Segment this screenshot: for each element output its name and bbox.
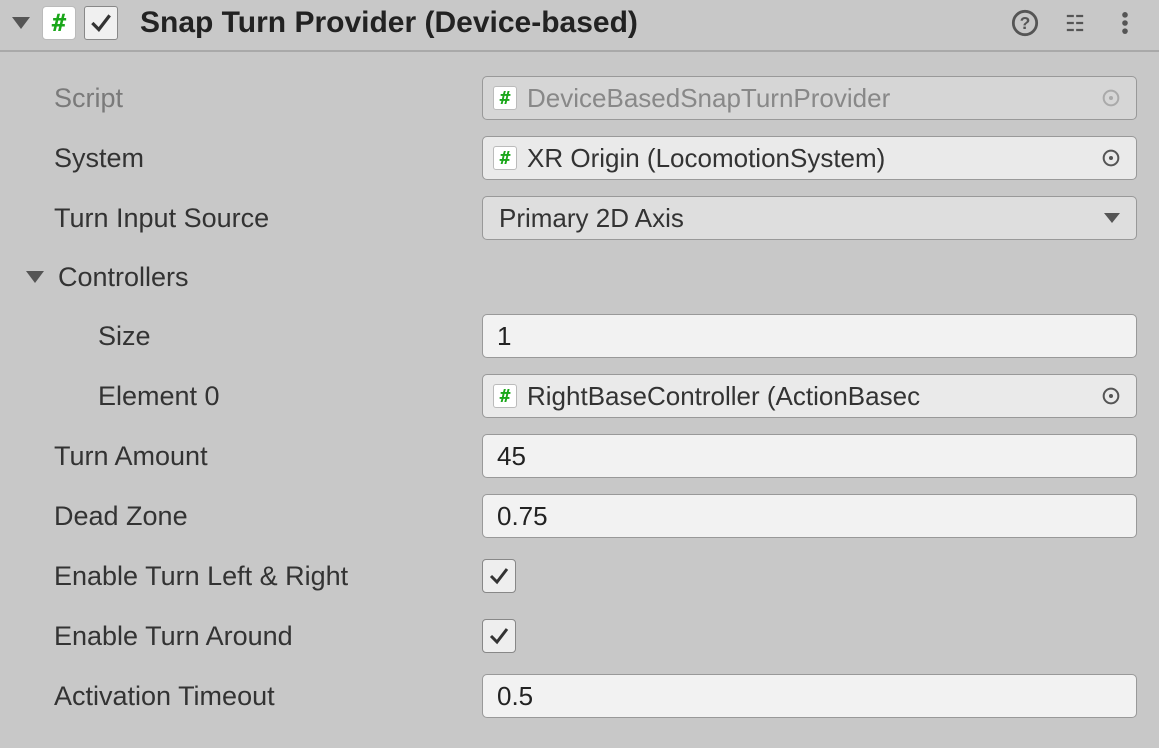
- element0-field[interactable]: # RightBaseController (ActionBasec: [482, 374, 1137, 418]
- row-controllers-size: Size: [12, 308, 1147, 364]
- system-field-value: XR Origin (LocomotionSystem): [527, 143, 1080, 174]
- kebab-menu-icon[interactable]: [1111, 9, 1139, 37]
- object-picker-icon[interactable]: [1096, 143, 1126, 173]
- turn-amount-input[interactable]: [482, 434, 1137, 478]
- row-turn-amount: Turn Amount: [12, 428, 1147, 484]
- enable-turn-around-checkbox[interactable]: [482, 619, 516, 653]
- script-field: # DeviceBasedSnapTurnProvider: [482, 76, 1137, 120]
- row-enable-turn-lr: Enable Turn Left & Right: [12, 548, 1147, 604]
- row-controllers-element0: Element 0 # RightBaseController (ActionB…: [12, 368, 1147, 424]
- row-controllers[interactable]: Controllers: [12, 250, 1147, 304]
- object-picker-icon: [1096, 83, 1126, 113]
- component-enabled-checkbox[interactable]: [84, 6, 118, 40]
- foldout-toggle-icon[interactable]: [26, 271, 44, 283]
- check-icon: [88, 10, 114, 36]
- dropdown-value: Primary 2D Axis: [499, 203, 684, 234]
- svg-text:?: ?: [1020, 13, 1031, 33]
- label-system: System: [12, 143, 482, 174]
- label-enable-turn-lr: Enable Turn Left & Right: [12, 561, 482, 592]
- turn-input-source-dropdown[interactable]: Primary 2D Axis: [482, 196, 1137, 240]
- row-activation-timeout: Activation Timeout: [12, 668, 1147, 724]
- row-dead-zone: Dead Zone: [12, 488, 1147, 544]
- preset-icon[interactable]: [1061, 9, 1089, 37]
- chevron-down-icon: [1104, 213, 1120, 223]
- dead-zone-input[interactable]: [482, 494, 1137, 538]
- size-input[interactable]: [482, 314, 1137, 358]
- label-enable-turn-around: Enable Turn Around: [12, 621, 482, 652]
- check-icon: [487, 624, 511, 648]
- row-enable-turn-around: Enable Turn Around: [12, 608, 1147, 664]
- help-icon[interactable]: ?: [1011, 9, 1039, 37]
- label-size: Size: [12, 321, 482, 352]
- system-field[interactable]: # XR Origin (LocomotionSystem): [482, 136, 1137, 180]
- label-turn-input-source: Turn Input Source: [12, 203, 482, 234]
- component-title: Snap Turn Provider (Device-based): [140, 6, 1003, 40]
- component-header: # Snap Turn Provider (Device-based) ?: [0, 0, 1159, 52]
- script-icon: #: [42, 6, 76, 40]
- check-icon: [487, 564, 511, 588]
- label-turn-amount: Turn Amount: [12, 441, 482, 472]
- row-turn-input-source: Turn Input Source Primary 2D Axis: [12, 190, 1147, 246]
- row-system: System # XR Origin (LocomotionSystem): [12, 130, 1147, 186]
- element0-field-value: RightBaseController (ActionBasec: [527, 381, 1080, 412]
- script-field-value: DeviceBasedSnapTurnProvider: [527, 83, 1080, 114]
- script-mini-icon: #: [493, 146, 517, 170]
- object-picker-icon[interactable]: [1096, 381, 1126, 411]
- script-mini-icon: #: [493, 384, 517, 408]
- label-controllers: Controllers: [58, 262, 189, 293]
- enable-turn-lr-checkbox[interactable]: [482, 559, 516, 593]
- label-script: Script: [12, 83, 482, 114]
- foldout-toggle-icon[interactable]: [12, 17, 30, 29]
- label-element0: Element 0: [12, 381, 482, 412]
- row-script: Script # DeviceBasedSnapTurnProvider: [12, 70, 1147, 126]
- label-dead-zone: Dead Zone: [12, 501, 482, 532]
- activation-timeout-input[interactable]: [482, 674, 1137, 718]
- label-activation-timeout: Activation Timeout: [12, 681, 482, 712]
- script-mini-icon: #: [493, 86, 517, 110]
